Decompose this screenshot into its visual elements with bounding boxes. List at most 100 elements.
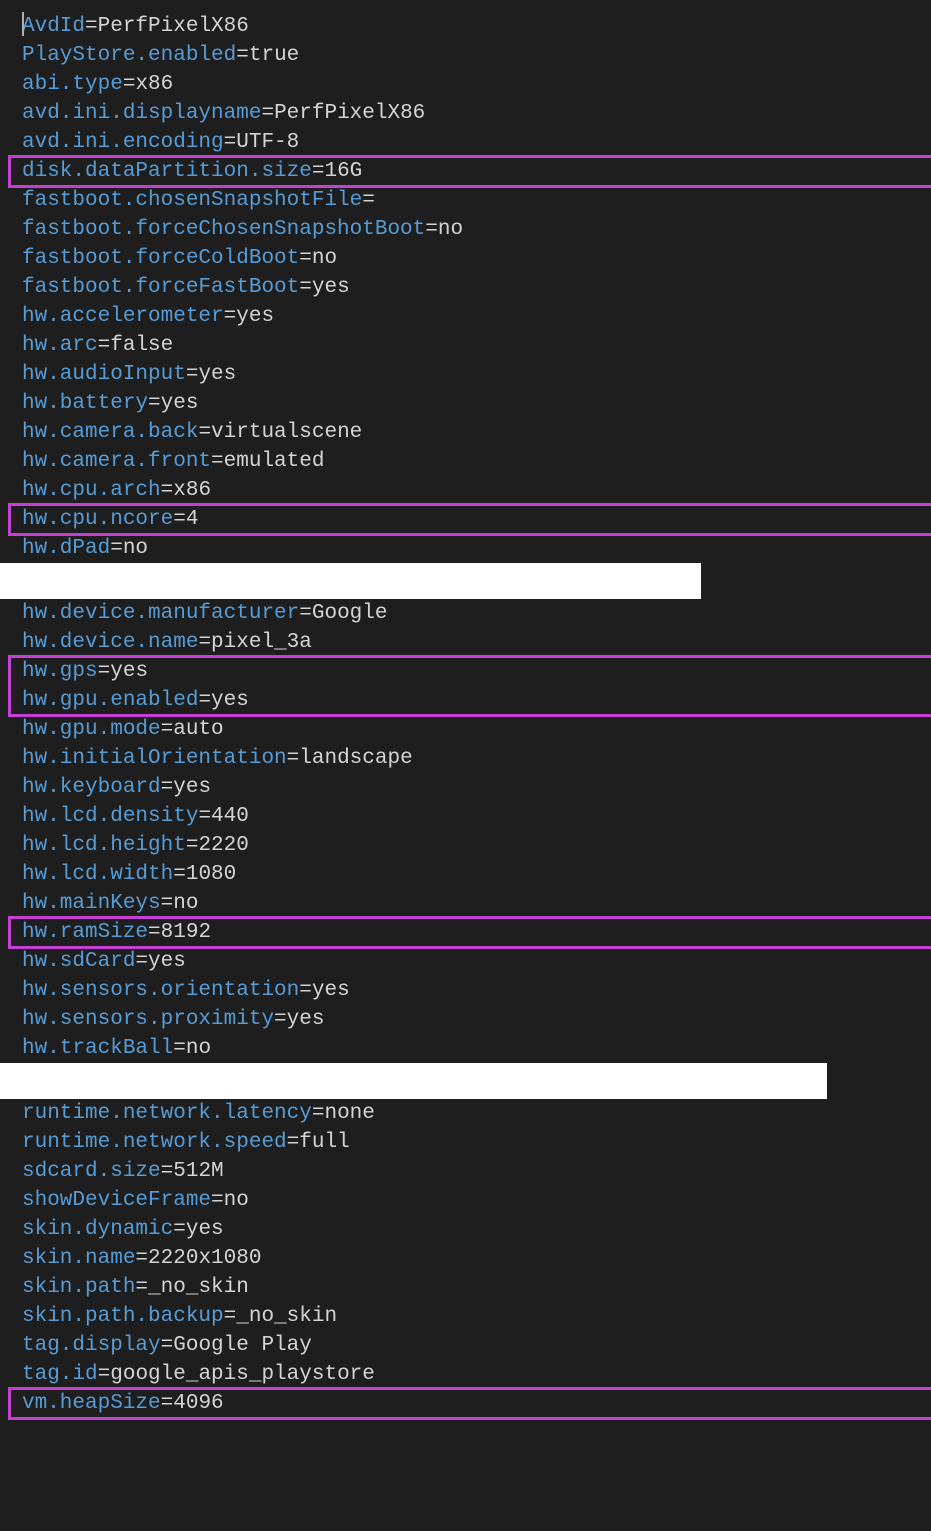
config-value: 2220 (198, 834, 248, 857)
config-line: hw.keyboard=yes (22, 773, 931, 802)
equals-sign: = (135, 950, 148, 973)
config-key: skin.path.backup (22, 1305, 224, 1328)
config-key: hw.mainKeys (22, 892, 161, 915)
config-value: _no_skin (236, 1305, 337, 1328)
config-key: avd.ini.displayname (22, 102, 261, 125)
config-line: hw.dPad=no (22, 534, 931, 563)
config-value: virtualscene (211, 421, 362, 444)
text-caret (22, 12, 24, 36)
config-value: yes (236, 305, 274, 328)
equals-sign: = (85, 15, 98, 38)
config-value: 2220x1080 (148, 1247, 261, 1270)
config-key: hw.device.manufacturer (22, 602, 299, 625)
equals-sign: = (299, 276, 312, 299)
config-value: 1080 (186, 863, 236, 886)
equals-sign: = (425, 218, 438, 241)
config-key: runtime.network.latency (22, 1102, 312, 1125)
config-key: disk.dataPartition.size (22, 160, 312, 183)
config-key: skin.name (22, 1247, 135, 1270)
config-line: hw.trackBall=no (22, 1034, 931, 1063)
config-file-view: AvdId=PerfPixelX86PlayStore.enabled=true… (0, 0, 931, 1430)
config-value: 512M (173, 1160, 223, 1183)
config-line: hw.lcd.density=440 (22, 802, 931, 831)
equals-sign: = (161, 479, 174, 502)
config-line: tag.id=google_apis_playstore (22, 1360, 931, 1389)
equals-sign: = (98, 1363, 111, 1386)
equals-sign: = (161, 1334, 174, 1357)
config-line: runtime.network.speed=full (22, 1128, 931, 1157)
equals-sign: = (198, 805, 211, 828)
config-line: hw.initialOrientation=landscape (22, 744, 931, 773)
config-line: hw.gps=yes (22, 657, 931, 686)
config-value: no (224, 1189, 249, 1212)
equals-sign: = (123, 73, 136, 96)
config-key: hw.lcd.width (22, 863, 173, 886)
equals-sign: = (173, 863, 186, 886)
equals-sign: = (161, 892, 174, 915)
config-value: false (110, 334, 173, 357)
config-value: no (312, 247, 337, 270)
equals-sign: = (161, 776, 174, 799)
config-value: none (324, 1102, 374, 1125)
config-value: Google (312, 602, 388, 625)
config-value: yes (173, 776, 211, 799)
config-key: hw.keyboard (22, 776, 161, 799)
config-key: hw.dPad (22, 537, 110, 560)
config-line: hw.cpu.ncore=4 (22, 505, 931, 534)
config-line: abi.type=x86 (22, 70, 931, 99)
config-line: skin.path=_no_skin (22, 1273, 931, 1302)
equals-sign: = (299, 247, 312, 270)
config-line: hw.accelerometer=yes (22, 302, 931, 331)
equals-sign: = (287, 747, 300, 770)
equals-sign: = (287, 1131, 300, 1154)
config-value: 16G (324, 160, 362, 183)
config-line: avd.ini.displayname=PerfPixelX86 (22, 99, 931, 128)
config-key: sdcard.size (22, 1160, 161, 1183)
equals-sign: = (312, 160, 325, 183)
config-line: fastboot.chosenSnapshotFile= (22, 186, 931, 215)
config-key: hw.device.name (22, 631, 198, 654)
config-line: hw.audioInput=yes (22, 360, 931, 389)
config-key: hw.audioInput (22, 363, 186, 386)
config-key: fastboot.chosenSnapshotFile (22, 189, 362, 212)
config-line: skin.name=2220x1080 (22, 1244, 931, 1273)
config-line: hw.cpu.arch=x86 (22, 476, 931, 505)
config-line: hw.device.name=pixel_3a (22, 628, 931, 657)
config-value: full (299, 1131, 349, 1154)
config-key: hw.camera.back (22, 421, 198, 444)
config-key: hw.lcd.height (22, 834, 186, 857)
config-key: hw.ramSize (22, 921, 148, 944)
config-value: landscape (299, 747, 412, 770)
config-line: sdcard.size=512M (22, 1157, 931, 1186)
config-line: showDeviceFrame=no (22, 1186, 931, 1215)
equals-sign: = (198, 421, 211, 444)
config-key: hw.trackBall (22, 1037, 173, 1060)
config-key: abi.type (22, 73, 123, 96)
config-value: yes (312, 979, 350, 1002)
config-key: tag.display (22, 1334, 161, 1357)
equals-sign: = (148, 392, 161, 415)
config-key: hw.lcd.density (22, 805, 198, 828)
config-line: fastboot.forceChosenSnapshotBoot=no (22, 215, 931, 244)
equals-sign: = (299, 602, 312, 625)
equals-sign: = (224, 1305, 237, 1328)
config-key: runtime.network.speed (22, 1131, 287, 1154)
config-value: Google Play (173, 1334, 312, 1357)
config-line: tag.display=Google Play (22, 1331, 931, 1360)
config-value: yes (186, 1218, 224, 1241)
config-value: no (438, 218, 463, 241)
config-key: hw.gps (22, 660, 98, 683)
equals-sign: = (274, 1008, 287, 1031)
equals-sign: = (135, 1247, 148, 1270)
config-key: fastboot.forceFastBoot (22, 276, 299, 299)
config-key: AvdId (22, 15, 85, 38)
equals-sign: = (261, 102, 274, 125)
config-value: no (186, 1037, 211, 1060)
config-key: fastboot.forceColdBoot (22, 247, 299, 270)
equals-sign: = (186, 363, 199, 386)
config-value: yes (110, 660, 148, 683)
config-key: hw.camera.front (22, 450, 211, 473)
config-value: 8192 (161, 921, 211, 944)
config-line: skin.dynamic=yes (22, 1215, 931, 1244)
equals-sign: = (211, 1189, 224, 1212)
